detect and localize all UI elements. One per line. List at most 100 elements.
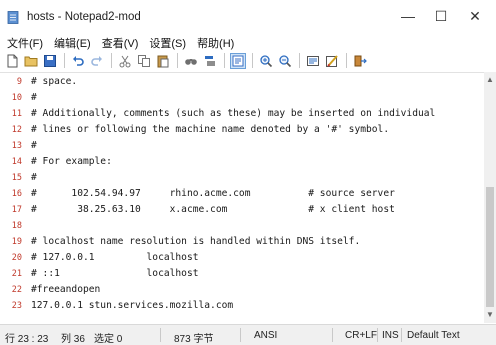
new-file-icon — [7, 54, 18, 67]
editor-line[interactable]: 20 # 127.0.0.1 localhost — [0, 250, 484, 266]
editor-line[interactable]: 14 # For example: — [0, 154, 484, 170]
editor-line[interactable]: 19 # localhost name resolution is handled… — [0, 234, 484, 250]
editor-line[interactable]: 9 # space. — [0, 74, 484, 90]
open-folder-icon — [24, 56, 38, 66]
status-divider — [332, 328, 333, 342]
status-column: 列 36 — [61, 334, 85, 345]
line-text: #freeandopen — [31, 284, 101, 295]
vertical-scrollbar[interactable]: ▲ ▼ — [484, 72, 496, 323]
notepad-app-icon — [7, 11, 19, 24]
status-line-position: 行 23 : 23 — [5, 334, 49, 345]
scroll-up-arrow-icon[interactable]: ▲ — [486, 75, 494, 84]
status-divider — [401, 328, 402, 342]
scrollbar-thumb[interactable] — [486, 187, 494, 307]
line-text: # 38.25.63.10 x.acme.com # x client host — [31, 204, 395, 215]
line-number: 15 — [11, 173, 22, 183]
scroll-down-arrow-icon[interactable]: ▼ — [486, 310, 494, 319]
status-encoding[interactable]: ANSI — [254, 330, 277, 341]
menu-view[interactable]: 查看(V) — [95, 33, 143, 50]
zoom-out-button[interactable] — [277, 53, 293, 69]
paste-button[interactable] — [155, 53, 171, 69]
menu-file[interactable]: 文件(F) — [0, 33, 47, 50]
new-file-button[interactable] — [4, 53, 20, 69]
editor-line[interactable]: 21 # ::1 localhost — [0, 266, 484, 282]
schemes-button[interactable] — [305, 53, 321, 69]
copy-icon — [138, 54, 150, 67]
schemes-icon — [307, 55, 319, 66]
line-number: 11 — [11, 109, 22, 119]
zoom-in-icon — [260, 54, 273, 67]
line-number: 10 — [11, 93, 22, 103]
status-divider — [160, 328, 161, 342]
text-editor[interactable]: 9 # space. 10 #11 # Additionally, comments (… — [0, 72, 484, 324]
status-file-size: 873 字节 — [174, 334, 214, 345]
exit-button[interactable] — [352, 53, 368, 69]
editor-line[interactable]: 10 # — [0, 90, 484, 106]
paste-icon — [157, 55, 169, 67]
editor-line[interactable]: 12 # lines or following the machine name … — [0, 122, 484, 138]
editor-line[interactable]: 23 127.0.0.1 stun.services.mozilla.com — [0, 298, 484, 314]
toolbar-separator — [299, 53, 300, 68]
cut-icon — [119, 55, 131, 67]
editor-line[interactable]: 11 # Additionally, comments (such as thes… — [0, 106, 484, 122]
status-divider — [377, 328, 378, 342]
save-icon — [44, 54, 56, 67]
menu-bar: 文件(F) 编辑(E) 查看(V) 设置(S) 帮助(H) — [0, 33, 496, 50]
zoom-in-button[interactable] — [258, 53, 274, 69]
toolbar-separator — [252, 53, 253, 68]
undo-icon — [73, 55, 84, 66]
status-insert-mode: INS — [382, 330, 399, 341]
menu-settings[interactable]: 设置(S) — [142, 33, 190, 50]
editor-line[interactable]: 22 #freeandopen — [0, 282, 484, 298]
copy-button[interactable] — [136, 53, 152, 69]
editor-line[interactable]: 18 — [0, 218, 484, 234]
minimize-button[interactable]: — — [393, 6, 423, 26]
line-number: 9 — [16, 77, 22, 87]
line-text: # — [31, 172, 37, 183]
line-text: # localhost name resolution is handled w… — [31, 236, 361, 247]
menu-help[interactable]: 帮助(H) — [190, 33, 238, 50]
word-wrap-icon — [232, 55, 244, 66]
toolbar — [0, 50, 496, 71]
line-number: 16 — [11, 189, 22, 199]
status-scheme[interactable]: Default Text — [407, 330, 460, 341]
line-number: 23 — [11, 301, 22, 311]
toolbar-separator — [224, 53, 225, 68]
editor-line[interactable]: 13 # — [0, 138, 484, 154]
line-text: # — [31, 140, 37, 151]
status-line-ending[interactable]: CR+LF — [345, 330, 377, 341]
line-number: 21 — [11, 269, 22, 279]
line-number: 14 — [11, 157, 22, 167]
maximize-button[interactable]: ☐ — [426, 6, 456, 26]
menu-edit[interactable]: 编辑(E) — [47, 33, 95, 50]
customize-schemes-button[interactable] — [324, 53, 340, 69]
toolbar-separator — [111, 53, 112, 68]
customize-schemes-icon — [326, 54, 338, 67]
line-number: 13 — [11, 141, 22, 151]
line-text: # 127.0.0.1 localhost — [31, 252, 199, 263]
line-number: 20 — [11, 253, 22, 263]
title-bar: hosts - Notepad2-mod — ☐ ✕ — [0, 0, 496, 32]
zoom-out-icon — [279, 54, 292, 67]
editor-line[interactable]: 15 # — [0, 170, 484, 186]
line-text: # lines or following the machine name de… — [31, 124, 390, 135]
cut-button[interactable] — [117, 53, 133, 69]
save-button[interactable] — [42, 53, 58, 69]
line-text: # space. — [31, 76, 78, 87]
redo-button[interactable] — [89, 53, 105, 69]
replace-icon — [205, 55, 215, 66]
line-text: # For example: — [31, 156, 112, 167]
notepad2-window: hosts - Notepad2-mod — ☐ ✕ 文件(F) 编辑(E) 查… — [0, 0, 496, 345]
toolbar-separator — [346, 53, 347, 68]
status-selection: 选定 0 — [94, 334, 123, 345]
editor-line[interactable]: 16 # 102.54.94.97 rhino.acme.com # source… — [0, 186, 484, 202]
open-button[interactable] — [23, 53, 39, 69]
line-number: 22 — [11, 285, 22, 295]
replace-button[interactable] — [202, 53, 218, 69]
find-button[interactable] — [183, 53, 199, 69]
status-bar: 行 23 : 23 列 36 选定 0 873 字节 ANSI CR+LF IN… — [0, 324, 496, 345]
editor-line[interactable]: 17 # 38.25.63.10 x.acme.com # x client ho… — [0, 202, 484, 218]
close-button[interactable]: ✕ — [460, 6, 490, 26]
undo-button[interactable] — [70, 53, 86, 69]
word-wrap-button[interactable] — [230, 52, 246, 69]
